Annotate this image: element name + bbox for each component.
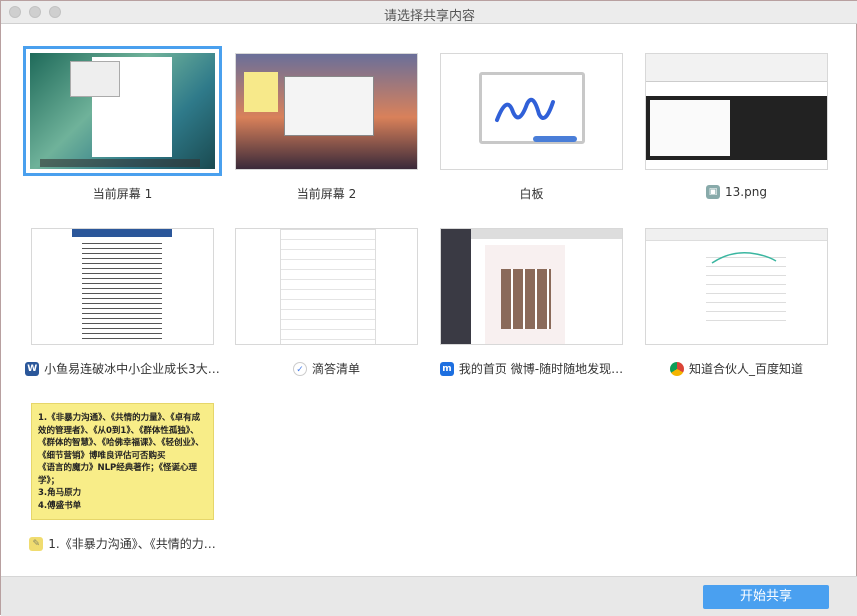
stickies-icon: ✎ <box>29 536 44 551</box>
item-label: 1.《非暴力沟通》、《共情的力… <box>48 537 216 551</box>
item-label: 我的首页 微博-随时随地发现… <box>458 362 624 376</box>
thumbnail <box>235 53 418 170</box>
pen-stroke-icon <box>495 97 555 122</box>
chrome-icon <box>669 361 684 376</box>
ticktick-icon: ✓ <box>292 361 307 376</box>
item-label: 当前屏幕 2 <box>296 187 357 201</box>
window-title: 请选择共享内容 <box>383 9 475 24</box>
thumbnail <box>440 228 623 345</box>
item-label: 13.png <box>725 185 767 199</box>
browser-icon: m <box>439 361 454 376</box>
item-label: 小鱼易连破冰中小企业成长3大… <box>44 362 220 376</box>
title-bar: 请选择共享内容 <box>1 1 857 24</box>
thumbnail: 1.《非暴力沟通》、《共情的力量》、《卓有成效的管理者》、《从0到1》、《群体性… <box>31 403 214 520</box>
item-label: 知道合伙人_百度知道 <box>688 362 803 376</box>
thumbnail <box>645 228 828 345</box>
note-line: 4.傅盛书单 <box>38 500 82 511</box>
note-line: 《语言的魔力》NLP经典著作；《怪诞心理学》； <box>38 463 198 486</box>
thumbnail <box>31 228 214 345</box>
thumbnail <box>440 53 623 170</box>
item-label: 白板 <box>519 187 544 201</box>
item-label: 滴答清单 <box>311 362 360 376</box>
thumbnail <box>645 53 828 170</box>
thumbnail <box>23 46 222 176</box>
thumbnail <box>235 228 418 345</box>
start-share-button[interactable]: 开始共享 <box>703 585 829 609</box>
note-line: 1.《非暴力沟通》、《共情的力量》、《卓有成效的管理者》、《从0到1》、《群体性… <box>38 413 204 461</box>
item-label: 当前屏幕 1 <box>92 187 153 201</box>
note-line: 3.角马原力 <box>38 488 82 498</box>
word-icon: W <box>25 361 40 376</box>
footer-bar: 开始共享 <box>1 576 857 616</box>
image-file-icon: ▣ <box>706 185 721 199</box>
